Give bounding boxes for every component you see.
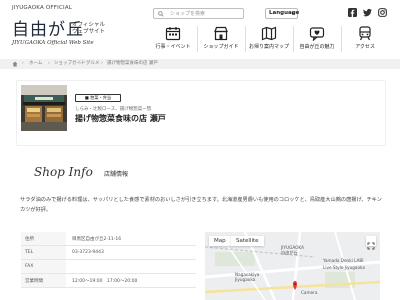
heart-icon: [309, 27, 325, 41]
chevron-down-icon: ▾: [291, 11, 294, 17]
breadcrumb-separator: ›: [101, 61, 103, 66]
calendar-icon: [165, 27, 181, 41]
table-key: TEL: [25, 250, 34, 255]
brand-english: JIYUGAOKA OFFICIAL: [12, 5, 73, 11]
map-label: Camera: [301, 290, 318, 295]
breadcrumb: › ホーム › ショップガイド › グルメ › 揚げ物惣菜食味の店 瀬戸: [0, 59, 400, 69]
nav-item-access[interactable]: アクセス: [341, 24, 389, 54]
nav-item-events[interactable]: 行事・イベント: [149, 24, 197, 54]
table-key: FAX: [25, 264, 34, 269]
fullscreen-icon: [367, 242, 375, 250]
logo-sub-line-2: ウェブサイト: [72, 29, 106, 35]
header: JIYUGAOKA OFFICIAL 自由が丘 オフィシャル ウェブサイト JI…: [0, 0, 400, 52]
shop-name: 揚げ物惣菜食味の店 瀬戸: [75, 114, 166, 123]
table-row: 営業時間 12:00～19:00 17:00～20:00: [21, 274, 196, 288]
search-box[interactable]: ショップを検索: [153, 8, 244, 19]
home-icon[interactable]: [12, 61, 18, 67]
breadcrumb-current: 揚げ物惣菜食味の店 瀬戸: [107, 61, 158, 66]
nav-item-map[interactable]: お帰り案内マップ: [245, 24, 293, 54]
map-icon: [261, 26, 277, 41]
nav-item-charm[interactable]: 自由が丘の魅力: [293, 24, 341, 54]
nav-label: 自由が丘の魅力: [299, 44, 335, 50]
shop-storefront-image: [21, 85, 67, 131]
table-key: 営業時間: [25, 279, 43, 284]
nav-item-shop-guide[interactable]: ショップガイド: [197, 24, 245, 54]
breadcrumb-home[interactable]: ホーム: [29, 61, 42, 67]
table-value: 目黒区自由が丘2-11-16: [72, 237, 122, 242]
table-key: 住所: [25, 237, 34, 242]
facebook-icon[interactable]: [348, 8, 357, 17]
shop-info-title-en: Shop Info: [34, 165, 93, 179]
site-tagline: JIYUGAOKA Official Web Site: [12, 40, 94, 46]
table-value: 12:00～19:00 17:00～20:00: [72, 279, 138, 284]
breadcrumb-separator: ›: [48, 61, 50, 66]
fullscreen-button[interactable]: [366, 236, 376, 250]
twitter-icon[interactable]: [363, 8, 372, 17]
main-nav: 行事・イベント ショップガイド お帰り案内マップ 自由が丘の魅力 アクセス: [149, 24, 389, 54]
logo-subtitle: オフィシャル ウェブサイト: [72, 22, 105, 36]
logo-sub-line-1: オフィシャル: [72, 22, 105, 28]
language-select[interactable]: Language ▾: [265, 8, 300, 19]
map-label: 自由が丘: [281, 250, 298, 255]
nav-label: お帰り案内マップ: [248, 44, 289, 50]
shop-info-title-ja: 店舗情報: [104, 171, 129, 178]
table-row: FAX: [21, 260, 196, 274]
instagram-icon[interactable]: [378, 8, 387, 17]
category-button[interactable]: ■ 惣菜・弁当: [75, 94, 121, 102]
nav-label: ショップガイド: [203, 44, 239, 50]
search-input[interactable]: ショップを検索: [170, 10, 205, 18]
breadcrumb-separator: ›: [80, 61, 82, 66]
map-label: Jiyugaoka: [235, 277, 256, 282]
shop-photo: [21, 85, 67, 131]
breadcrumb-gourmet[interactable]: グルメ: [86, 61, 100, 67]
table-value[interactable]: 03-3723-9443: [72, 250, 104, 255]
map-label: Yamada Denki LABI: [323, 258, 364, 263]
map-label: Live Style Jiyugaoka: [323, 265, 365, 270]
page: JIYUGAOKA OFFICIAL 自由が丘 オフィシャル ウェブサイト JI…: [0, 0, 400, 300]
map-tab-satellite[interactable]: Satellite: [231, 236, 264, 246]
table-row: 住所 目黒区自由が丘2-11-16: [21, 232, 196, 246]
search-icon: [158, 11, 164, 17]
map-tab-map[interactable]: Map: [209, 236, 231, 246]
train-icon: [359, 26, 371, 41]
nav-label: アクセス: [355, 44, 375, 50]
shop-icon: [214, 26, 228, 41]
shop-info-description: サラダ油のみで揚げる料理は、サッパリとした食感で素材のおいしさが引き立ちます。北…: [20, 197, 382, 213]
shop-card: ■ 惣菜・弁当 しらみ・辻製ロース、揚げ物惣菜ー惣 揚げ物惣菜食味の店 瀬戸: [16, 80, 386, 146]
breadcrumb-separator: ›: [22, 61, 24, 66]
nav-label: 行事・イベント: [155, 44, 191, 50]
language-label: Language: [269, 10, 300, 16]
shop-description: しらみ・辻製ロース、揚げ物惣菜ー惣: [75, 107, 152, 112]
shop-details-table: 住所 目黒区自由が丘2-11-16 TEL 03-3723-9443 FAX 営…: [21, 232, 196, 288]
table-row: TEL 03-3723-9443: [21, 246, 196, 260]
google-map[interactable]: Map Satellite JIYUGAOKA 自由が丘 Yamada Denk…: [205, 232, 380, 300]
